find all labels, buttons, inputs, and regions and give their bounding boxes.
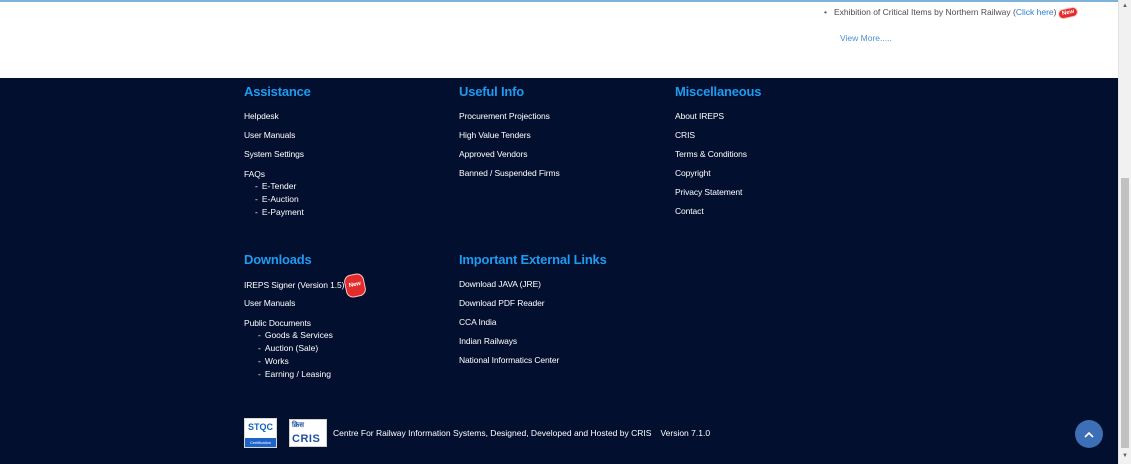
procurement-projections-link[interactable]: Procurement Projections xyxy=(459,107,560,126)
miscellaneous-section: Miscellaneous About IREPS CRIS Terms & C… xyxy=(675,84,761,221)
assistance-heading: Assistance xyxy=(244,84,311,99)
banned-firms-link[interactable]: Banned / Suspended Firms xyxy=(459,164,560,183)
chevron-up-icon xyxy=(1084,431,1094,438)
cca-india-link[interactable]: CCA India xyxy=(459,313,607,332)
download-java-link[interactable]: Download JAVA (JRE) xyxy=(459,275,607,294)
system-settings-link[interactable]: System Settings xyxy=(244,145,311,164)
earning-leasing-link[interactable]: - Earning / Leasing xyxy=(244,368,364,381)
version-text: Version 7.1.0 xyxy=(660,428,711,438)
helpdesk-link[interactable]: Helpdesk xyxy=(244,107,311,126)
click-here-link[interactable]: Click here xyxy=(1016,7,1054,17)
e-payment-link[interactable]: - E-Payment xyxy=(244,206,311,219)
scrollbar-thumb[interactable] xyxy=(1121,178,1129,448)
scroll-to-top-button[interactable] xyxy=(1075,420,1103,448)
bullet-icon: • xyxy=(824,7,827,17)
faqs-link[interactable]: FAQs xyxy=(244,168,311,180)
e-tender-link[interactable]: - E-Tender xyxy=(244,180,311,193)
goods-services-link[interactable]: - Goods & Services xyxy=(244,329,364,342)
footer: Assistance Helpdesk User Manuals System … xyxy=(0,78,1118,464)
approved-vendors-link[interactable]: Approved Vendors xyxy=(459,145,560,164)
works-link[interactable]: - Works xyxy=(244,355,364,368)
privacy-statement-link[interactable]: Privacy Statement xyxy=(675,183,761,202)
download-user-manuals-link[interactable]: User Manuals xyxy=(244,294,364,313)
external-links-section: Important External Links Download JAVA (… xyxy=(459,252,607,370)
view-more-link[interactable]: View More..... xyxy=(840,33,892,43)
downloads-heading: Downloads xyxy=(244,252,312,267)
footer-credits: STQC Certification क्रिस CRIS Centre For… xyxy=(244,418,710,448)
external-links-heading: Important External Links xyxy=(459,252,607,267)
miscellaneous-heading: Miscellaneous xyxy=(675,84,762,99)
new-badge-icon: New xyxy=(344,273,367,298)
cris-link[interactable]: CRIS xyxy=(675,126,761,145)
download-pdf-reader-link[interactable]: Download PDF Reader xyxy=(459,294,607,313)
contact-link[interactable]: Contact xyxy=(675,202,761,221)
vertical-scrollbar[interactable]: ▲ ▼ xyxy=(1118,0,1131,464)
news-item: • Exhibition of Critical Items by Norther… xyxy=(824,6,1078,19)
auction-sale-link[interactable]: - Auction (Sale) xyxy=(244,342,364,355)
scroll-up-arrow-icon[interactable]: ▲ xyxy=(1121,2,1129,10)
stqc-logo: STQC Certification xyxy=(244,418,277,448)
high-value-tenders-link[interactable]: High Value Tenders xyxy=(459,126,560,145)
scroll-down-arrow-icon[interactable]: ▼ xyxy=(1121,452,1129,460)
credits-text: Centre For Railway Information Systems, … xyxy=(333,428,711,438)
user-manuals-link[interactable]: User Manuals xyxy=(244,126,311,145)
indian-railways-link[interactable]: Indian Railways xyxy=(459,332,607,351)
useful-info-section: Useful Info Procurement Projections High… xyxy=(459,84,560,183)
useful-info-heading: Useful Info xyxy=(459,84,524,99)
new-badge-icon: New xyxy=(1057,6,1078,19)
news-item-close: ) xyxy=(1053,7,1057,17)
public-documents-link[interactable]: Public Documents xyxy=(244,317,364,329)
downloads-section: Downloads IREPS Signer (Version 1.5) New … xyxy=(244,252,367,381)
assistance-section: Assistance Helpdesk User Manuals System … xyxy=(244,84,311,219)
cris-logo: क्रिस CRIS xyxy=(289,419,327,447)
about-ireps-link[interactable]: About IREPS xyxy=(675,107,761,126)
news-item-text: Exhibition of Critical Items by Northern… xyxy=(833,7,1016,17)
news-area: • Exhibition of Critical Items by Norther… xyxy=(0,2,1118,78)
terms-link[interactable]: Terms & Conditions xyxy=(675,145,761,164)
copyright-link[interactable]: Copyright xyxy=(675,164,761,183)
e-auction-link[interactable]: - E-Auction xyxy=(244,193,311,206)
ireps-signer-link[interactable]: IREPS Signer (Version 1.5) New xyxy=(244,273,367,298)
nic-link[interactable]: National Informatics Center xyxy=(459,351,607,370)
